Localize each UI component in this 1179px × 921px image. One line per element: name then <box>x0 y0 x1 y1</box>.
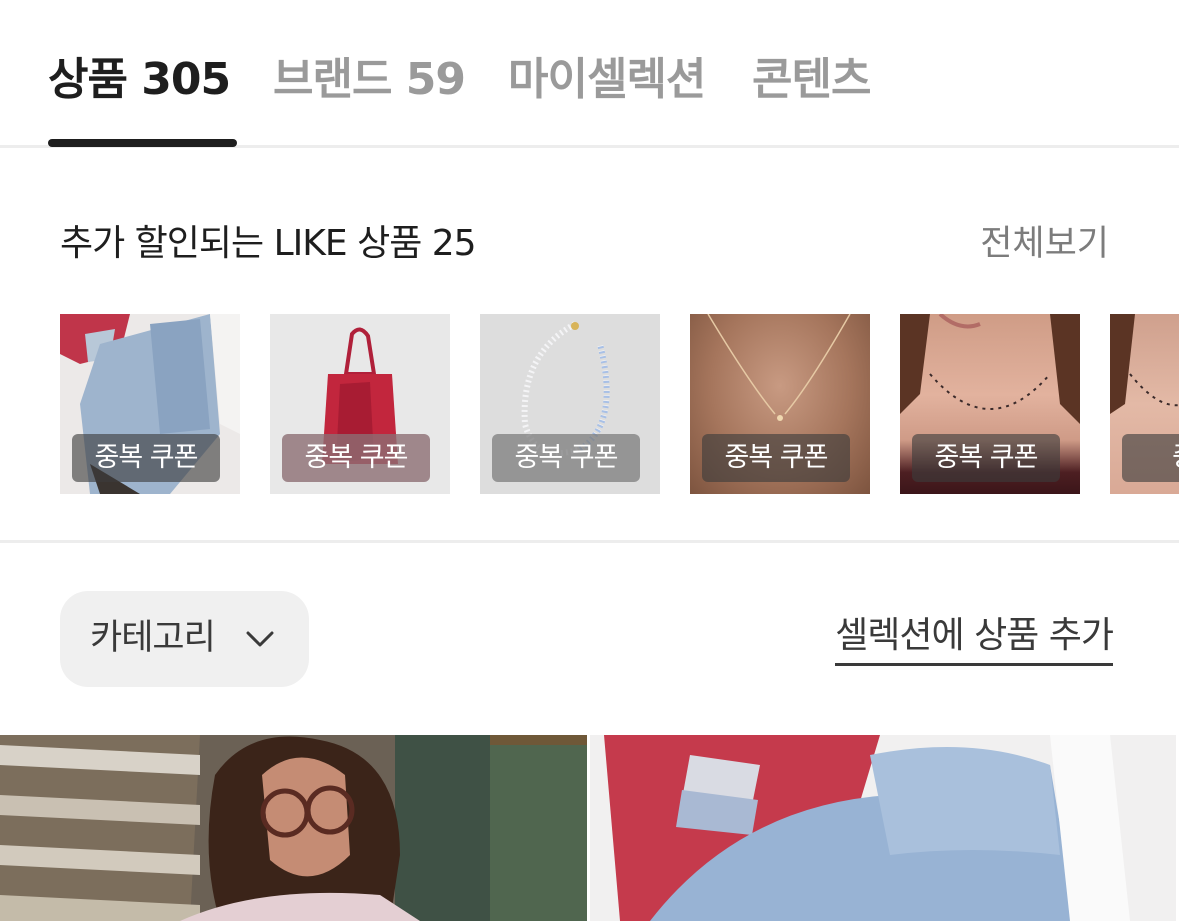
like-product-item[interactable]: 중복 쿠폰 <box>270 314 450 494</box>
duplicate-coupon-badge: 중복 쿠폰 <box>912 434 1060 482</box>
chevron-down-icon <box>246 631 274 647</box>
like-product-item[interactable]: 중복 쿠폰 <box>60 314 240 494</box>
like-product-item[interactable]: 중복 <box>1110 314 1179 494</box>
like-product-carousel[interactable]: 중복 쿠폰 중복 쿠폰 중복 쿠폰 중복 쿠폰 중복 쿠폰 <box>0 314 1179 494</box>
like-product-item[interactable]: 중복 쿠폰 <box>900 314 1080 494</box>
section-divider <box>0 540 1179 543</box>
duplicate-coupon-badge: 중복 <box>1122 434 1179 482</box>
tab-products[interactable]: 상품 305 <box>48 52 231 108</box>
product-image <box>590 735 1176 921</box>
tab-brands[interactable]: 브랜드 59 <box>273 52 466 108</box>
tab-bar: 상품 305 브랜드 59 마이셀렉션 콘텐츠 <box>0 0 1179 148</box>
like-product-item[interactable]: 중복 쿠폰 <box>480 314 660 494</box>
category-dropdown[interactable]: 카테고리 <box>60 591 309 687</box>
product-image <box>0 735 587 921</box>
category-label: 카테고리 <box>90 618 216 658</box>
tab-my-selection[interactable]: 마이셀렉션 <box>508 52 706 108</box>
product-card-image[interactable] <box>0 735 587 921</box>
like-section-title: 추가 할인되는 LIKE 상품 25 <box>60 223 477 264</box>
product-card-image[interactable] <box>590 735 1176 921</box>
tab-contents[interactable]: 콘텐츠 <box>752 52 871 108</box>
duplicate-coupon-badge: 중복 쿠폰 <box>492 434 640 482</box>
view-all-link[interactable]: 전체보기 <box>980 222 1109 266</box>
active-tab-indicator <box>48 139 237 147</box>
like-product-item[interactable]: 중복 쿠폰 <box>690 314 870 494</box>
duplicate-coupon-badge: 중복 쿠폰 <box>282 434 430 482</box>
add-to-selection-link[interactable]: 셀렉션에 상품 추가 <box>835 613 1114 666</box>
duplicate-coupon-badge: 중복 쿠폰 <box>72 434 220 482</box>
duplicate-coupon-badge: 중복 쿠폰 <box>702 434 850 482</box>
